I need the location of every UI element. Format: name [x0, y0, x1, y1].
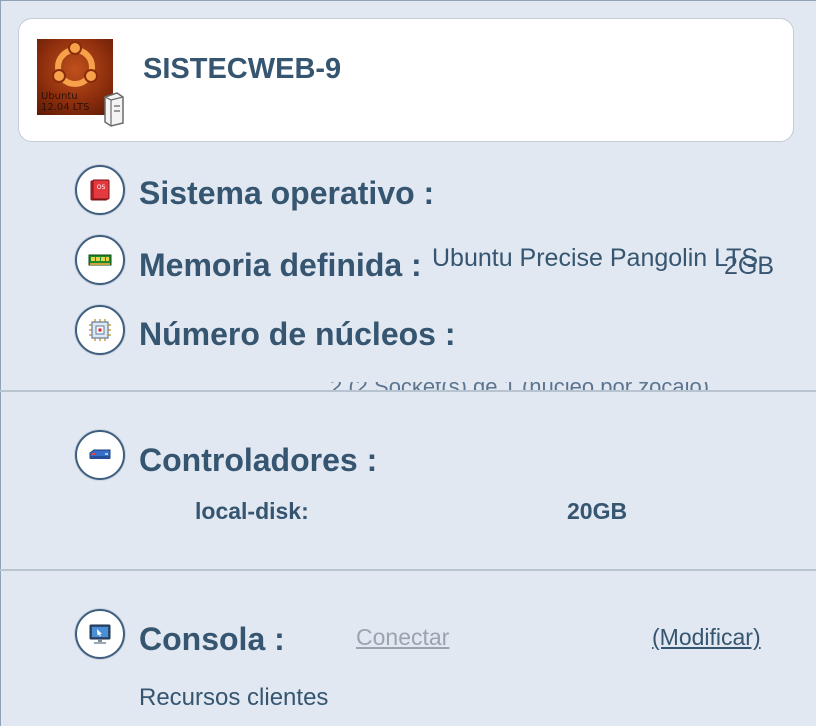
disk-name: local-disk:	[195, 498, 309, 524]
connect-link[interactable]: Conectar	[356, 624, 449, 651]
server-icon	[101, 91, 125, 127]
os-value: Ubuntu Precise Pangolin LTS	[432, 244, 759, 272]
disk-size: 20GB	[567, 498, 628, 524]
monitor-icon	[75, 609, 125, 659]
memory-value: 2GB	[724, 252, 775, 280]
cores-value: 2 (2 Socket(s) de 1 (núcleo por zócalo)	[330, 382, 709, 390]
cores-label: Número de núcleos :	[139, 316, 456, 352]
modify-console-link[interactable]: (Modificar)	[652, 624, 761, 651]
memory-module-icon	[75, 235, 125, 285]
section-divider	[0, 390, 816, 392]
os-book-icon: OS	[75, 165, 125, 215]
controllers-label: Controladores :	[139, 442, 378, 478]
svg-text:OS: OS	[97, 184, 106, 191]
section-divider	[0, 569, 816, 571]
console-label: Consola :	[139, 621, 285, 657]
memory-label: Memoria definida :	[139, 247, 422, 283]
disk-controller-icon	[75, 430, 125, 480]
vm-header-card: Ubuntu 12.04 LTS SISTECWEB-9	[18, 18, 794, 142]
cpu-chip-icon	[75, 305, 125, 355]
client-resources-heading: Recursos clientes	[139, 684, 329, 711]
panel-left-border	[0, 0, 1, 726]
vm-name: SISTECWEB-9	[143, 53, 342, 85]
os-label: Sistema operativo :	[139, 175, 435, 211]
panel-top-border	[0, 0, 816, 1]
